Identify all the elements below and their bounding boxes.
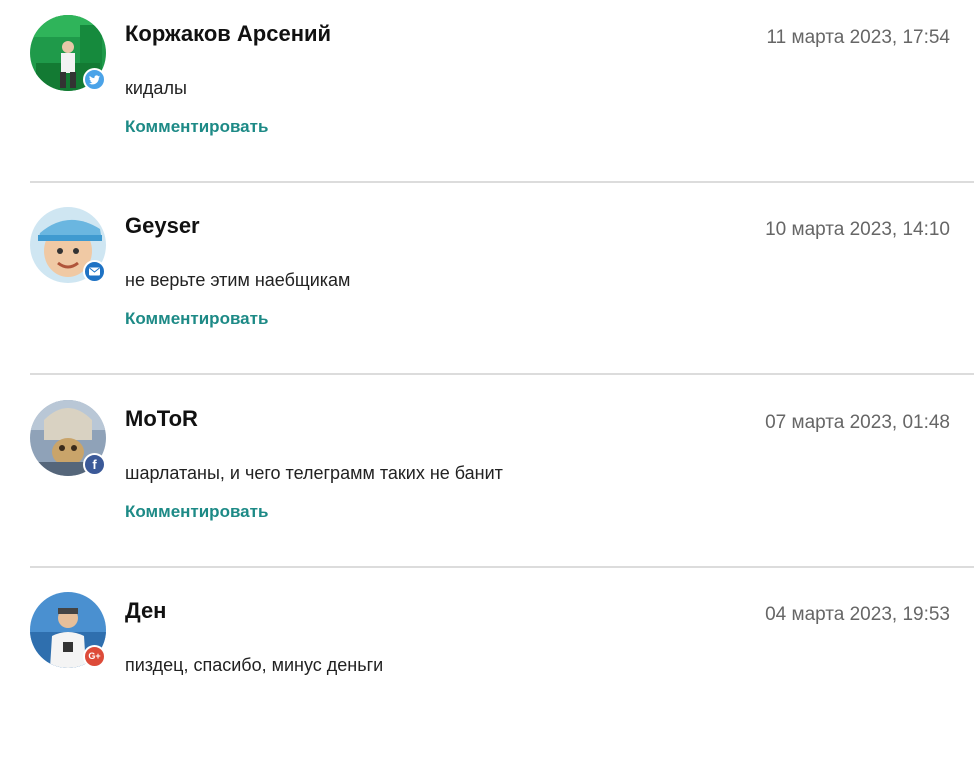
divider (30, 373, 974, 375)
avatar-container (30, 207, 106, 283)
comment-text: шарлатаны, и чего телеграмм таких не бан… (125, 463, 503, 483)
comment-date: 11 марта 2023, 17:54 (766, 27, 951, 48)
comment-author: Ден (125, 598, 167, 623)
comment-text: кидалы (125, 78, 187, 98)
google-plus-icon: G+ (83, 645, 106, 668)
comment-author: Geyser (125, 213, 200, 238)
mail-icon (83, 260, 106, 283)
avatar-container: G+ (30, 592, 106, 668)
divider (30, 181, 974, 183)
comment-item: Geyser 10 марта 2023, 14:10 не верьте эт… (0, 192, 974, 384)
comment-date: 07 марта 2023, 01:48 (765, 412, 950, 433)
comment-date: 10 марта 2023, 14:10 (765, 219, 950, 240)
facebook-icon: f (83, 453, 106, 476)
comment-item: G+ Ден 04 марта 2023, 19:53 пиздец, спас… (0, 577, 974, 769)
twitter-icon (83, 68, 106, 91)
comment-text: не верьте этим наебщикам (125, 270, 351, 290)
comment-reply-link[interactable]: Комментировать (125, 502, 268, 522)
comment-date: 04 марта 2023, 19:53 (765, 604, 950, 625)
comment-reply-link[interactable]: Комментировать (125, 309, 268, 329)
comment-text: пиздец, спасибо, минус деньги (125, 655, 384, 675)
comment-item: f MoToR 07 марта 2023, 01:48 шарлатаны, … (0, 385, 974, 577)
comment-author: Коржаков Арсений (125, 21, 332, 46)
comment-author: MoToR (125, 406, 198, 431)
comment-reply-link[interactable]: Комментировать (125, 117, 268, 137)
avatar-container (30, 15, 106, 91)
avatar-container: f (30, 400, 106, 476)
comment-item: Коржаков Арсений 11 марта 2023, 17:54 ки… (0, 0, 974, 192)
divider (30, 566, 974, 568)
